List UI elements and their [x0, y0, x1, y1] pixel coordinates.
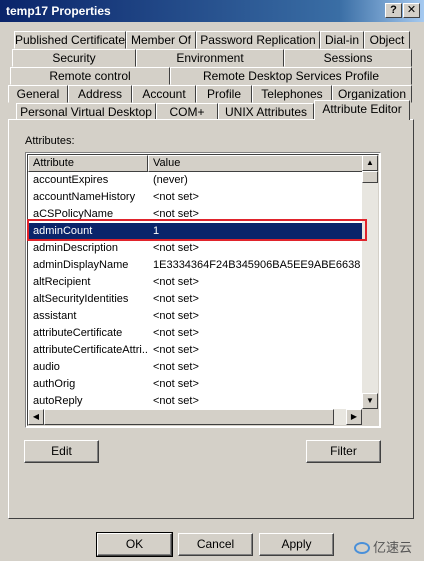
attribute-name-cell: audio [33, 361, 60, 373]
tab-account[interactable]: Account [132, 85, 196, 103]
attribute-name-cell: aCSPolicyName [33, 208, 114, 220]
attribute-value-cell: <not set> [153, 242, 199, 254]
column-header-attribute[interactable]: Attribute [28, 155, 148, 172]
table-row[interactable]: adminDescription <not set> [28, 240, 366, 257]
attribute-name-cell: altRecipient [33, 276, 91, 288]
scroll-right-icon[interactable]: ▶ [346, 409, 362, 425]
attributes-label: Attributes: [25, 135, 75, 147]
close-button[interactable]: ✕ [403, 3, 420, 18]
horizontal-scrollbar[interactable]: ◀ ▶ [28, 409, 362, 425]
table-row[interactable]: authOrig <not set> [28, 376, 366, 393]
table-row[interactable]: attributeCertificate <not set> [28, 325, 366, 342]
attribute-name-cell: assistant [33, 310, 77, 322]
tab-general[interactable]: General [8, 85, 68, 103]
table-row[interactable]: altSecurityIdentities <not set> [28, 291, 366, 308]
table-row[interactable]: adminDisplayName 1E3334364F24B345906BA5EE… [28, 257, 366, 274]
tab-member-of[interactable]: Member Of [126, 31, 196, 49]
attribute-value-cell: 1 [153, 225, 160, 237]
table-row[interactable]: attributeCertificateAttri... <not set> [28, 342, 366, 359]
attribute-name-cell: attributeCertificateAttri... [33, 344, 147, 356]
attribute-name-cell: altSecurityIdentities [33, 293, 129, 305]
attribute-value-cell: <not set> [153, 361, 199, 373]
table-row[interactable]: adminCount 1 [28, 223, 366, 240]
attribute-name-cell: adminDescription [33, 242, 118, 254]
tab-remote-desktop-services-profile[interactable]: Remote Desktop Services Profile [170, 67, 412, 85]
attribute-value-cell: <not set> [153, 378, 199, 390]
apply-button[interactable]: Apply [259, 533, 334, 556]
attribute-value-cell: <not set> [153, 293, 199, 305]
attribute-value-cell: <not set> [153, 208, 199, 220]
attribute-name-cell: accountExpires [33, 174, 109, 186]
scroll-corner [362, 409, 378, 425]
attribute-name-cell: authOrig [33, 378, 76, 390]
table-row[interactable]: accountExpires (never) [28, 172, 366, 189]
horizontal-scroll-thumb[interactable] [44, 409, 334, 425]
tab-dial-in[interactable]: Dial-in [320, 31, 364, 49]
table-row[interactable]: audio <not set> [28, 359, 366, 376]
attribute-name-cell: accountNameHistory [33, 191, 136, 203]
edit-button[interactable]: Edit [24, 440, 99, 463]
attribute-name-cell: autoReply [33, 395, 83, 407]
attribute-value-cell: <not set> [153, 327, 199, 339]
attribute-value-cell: <not set> [153, 191, 199, 203]
tab-profile[interactable]: Profile [196, 85, 252, 103]
window-title: temp17 Properties [6, 4, 111, 18]
scroll-up-icon[interactable]: ▲ [362, 155, 378, 171]
help-button[interactable]: ? [385, 3, 402, 18]
attribute-value-cell: 1E3334364F24B345906BA5EE9ABE6638 [153, 259, 361, 271]
scroll-down-icon[interactable]: ▼ [362, 393, 378, 409]
cancel-button[interactable]: Cancel [178, 533, 253, 556]
tab-object[interactable]: Object [364, 31, 410, 49]
attribute-value-cell: <not set> [153, 276, 199, 288]
attribute-name-cell: attributeCertificate [33, 327, 123, 339]
tab-environment[interactable]: Environment [136, 49, 284, 67]
table-row[interactable]: autoReply <not set> [28, 393, 366, 410]
attribute-name-cell: adminDisplayName [33, 259, 129, 271]
table-row[interactable]: altRecipient <not set> [28, 274, 366, 291]
attribute-value-cell: (never) [153, 174, 188, 186]
table-row[interactable]: aCSPolicyName <not set> [28, 206, 366, 223]
title-bar: temp17 Properties ? ✕ [0, 0, 424, 22]
tab-remote-control[interactable]: Remote control [10, 67, 170, 85]
tab-attribute-editor[interactable]: Attribute Editor [314, 100, 410, 120]
column-header-value[interactable]: Value [148, 155, 366, 172]
attribute-name-cell: adminCount [33, 225, 93, 237]
tab-password-replication[interactable]: Password Replication [196, 31, 320, 49]
tab-sessions[interactable]: Sessions [284, 49, 412, 67]
tab-security[interactable]: Security [12, 49, 136, 67]
tab-address[interactable]: Address [68, 85, 132, 103]
attribute-list[interactable]: Attribute Value accountExpires (never) acc… [25, 152, 381, 428]
vertical-scrollbar[interactable]: ▲ ▼ [362, 155, 378, 409]
attribute-value-cell: <not set> [153, 344, 199, 356]
scroll-left-icon[interactable]: ◀ [28, 409, 44, 425]
watermark-text: 亿速云 [372, 540, 412, 555]
ok-button[interactable]: OK [96, 532, 173, 557]
cloud-logo-icon [353, 542, 370, 554]
watermark: 亿速云 [353, 537, 412, 556]
table-row[interactable]: accountNameHistory <not set> [28, 189, 366, 206]
attribute-value-cell: <not set> [153, 310, 199, 322]
attribute-value-cell: <not set> [153, 395, 199, 407]
table-row[interactable]: assistant <not set> [28, 308, 366, 325]
filter-button[interactable]: Filter [306, 440, 381, 463]
tab-published-certificates[interactable]: Published Certificates [14, 31, 131, 49]
vertical-scroll-thumb[interactable] [362, 171, 378, 183]
